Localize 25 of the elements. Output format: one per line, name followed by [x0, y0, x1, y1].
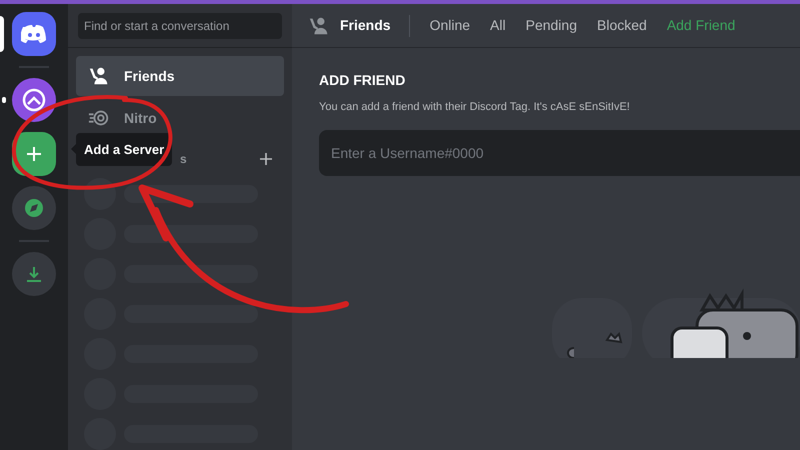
tab[interactable]: All	[490, 15, 506, 36]
download-button[interactable]	[12, 252, 56, 296]
chat-logo-icon	[21, 24, 47, 44]
home-button[interactable]	[12, 12, 56, 56]
nav-item[interactable]: Friends	[76, 56, 284, 96]
tab[interactable]: Pending	[526, 15, 577, 36]
add-server-button[interactable]	[12, 132, 56, 176]
search-field[interactable]: Find or start a conversation	[78, 12, 282, 38]
explore-button[interactable]	[12, 186, 56, 230]
username-field[interactable]: Enter a Username#0000	[319, 130, 800, 176]
section-title: ADD FRIEND	[319, 71, 406, 90]
download-icon	[25, 265, 43, 283]
tab[interactable]: Online	[430, 15, 470, 36]
friends-icon	[88, 65, 110, 87]
header-title: Friends	[340, 16, 391, 35]
description: You can add a friend with their Discord Tag. It's cAsE sEnSitIvE!	[319, 100, 631, 115]
tooltip: Add a Server	[76, 133, 172, 166]
compass-icon	[24, 198, 44, 218]
server-logo-icon	[22, 88, 46, 112]
server-button[interactable]	[12, 78, 56, 122]
plus-icon[interactable]	[260, 153, 272, 165]
tab[interactable]: Blocked	[597, 15, 647, 36]
plus-icon	[25, 145, 43, 163]
tab[interactable]: Add Friend	[666, 15, 736, 36]
section-header: s	[180, 151, 187, 168]
